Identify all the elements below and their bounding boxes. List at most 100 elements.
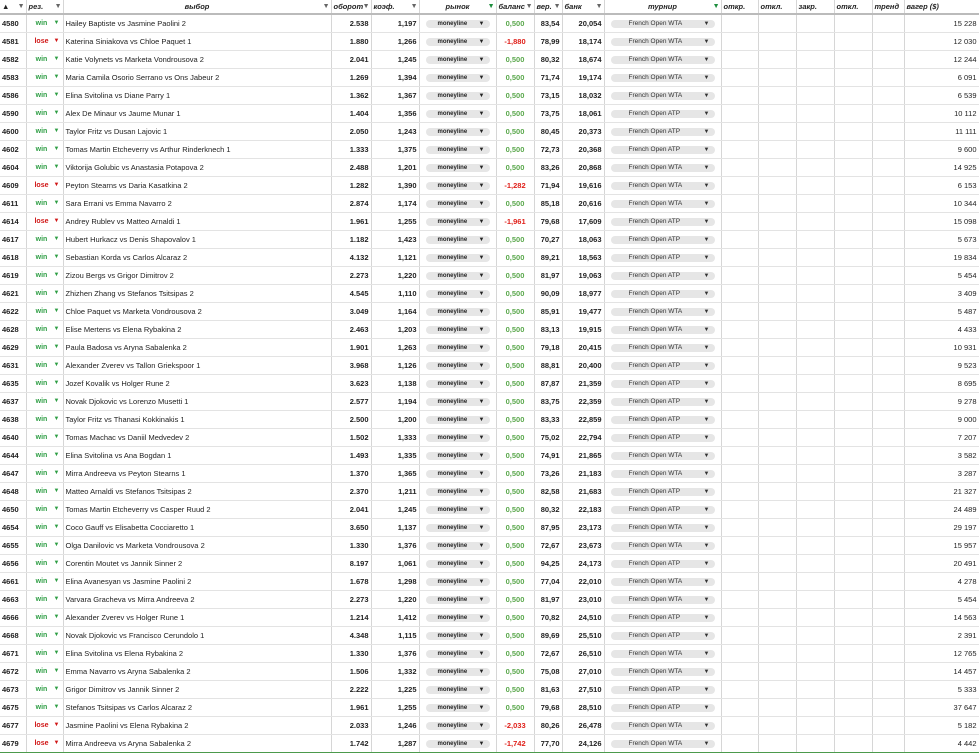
chevron-down-icon[interactable]: ▼ [704,146,710,154]
result-select[interactable]: win ▼ [26,428,64,447]
trend-cell[interactable] [872,626,905,645]
dev1-cell[interactable] [758,554,797,573]
market-select[interactable]: moneyline ▼ [419,194,497,213]
chevron-down-icon[interactable]: ▼ [54,305,60,317]
tournament-select[interactable]: French Open WTA ▼ [604,302,722,321]
chevron-down-icon[interactable]: ▼ [54,575,60,587]
dev1-cell[interactable] [758,158,797,177]
open-cell[interactable] [720,590,759,609]
market-select[interactable]: moneyline ▼ [419,248,497,267]
market-select[interactable]: moneyline ▼ [419,572,497,591]
dev1-cell[interactable] [758,374,797,393]
dev2-cell[interactable] [834,410,873,429]
chevron-down-icon[interactable]: ▼ [54,35,60,47]
close-cell[interactable] [796,464,835,483]
dev1-cell[interactable] [758,482,797,501]
market-select[interactable]: moneyline ▼ [419,14,497,33]
result-select[interactable]: win ▼ [26,626,64,645]
filter-icon[interactable]: ▼ [55,1,62,12]
col-prob-header[interactable]: вер. ▼ [534,0,563,15]
market-select[interactable]: moneyline ▼ [419,392,497,411]
open-cell[interactable] [720,176,759,195]
market-select[interactable]: moneyline ▼ [419,338,497,357]
open-cell[interactable] [720,464,759,483]
open-cell[interactable] [720,320,759,339]
chevron-down-icon[interactable]: ▼ [704,524,710,532]
result-select[interactable]: win ▼ [26,320,64,339]
chevron-down-icon[interactable]: ▼ [479,740,485,748]
chevron-down-icon[interactable]: ▼ [54,197,60,209]
trend-cell[interactable] [872,104,905,123]
col-turnover-header[interactable]: оборот ▼ [331,0,372,15]
market-select[interactable]: moneyline ▼ [419,482,497,501]
table-row[interactable]: 4590 win ▼ Alex De Minaur vs Jaume Munar 11… [0,104,979,123]
table-row[interactable]: 4628 win ▼ Elise Mertens vs Elena Rybakina … [0,320,979,339]
tournament-select[interactable]: French Open ATP ▼ [604,500,722,519]
open-cell[interactable] [720,32,759,51]
close-cell[interactable] [796,500,835,519]
dev1-cell[interactable] [758,392,797,411]
trend-cell[interactable] [872,284,905,303]
table-row[interactable]: 4673 win ▼ Grigor Dimitrov vs Jannik Sinner… [0,680,979,699]
dev2-cell[interactable] [834,302,873,321]
col-tournament-header[interactable]: турнир ▼ [604,0,722,15]
table-row[interactable]: 4635 win ▼ Jozef Kovalik vs Holger Rune 2 3.… [0,374,979,393]
dev1-cell[interactable] [758,212,797,231]
dev1-cell[interactable] [758,122,797,141]
open-cell[interactable] [720,104,759,123]
dev2-cell[interactable] [834,176,873,195]
dev2-cell[interactable] [834,626,873,645]
open-cell[interactable] [720,626,759,645]
chevron-down-icon[interactable]: ▼ [54,359,60,371]
open-cell[interactable] [720,266,759,285]
dev1-cell[interactable] [758,302,797,321]
open-cell[interactable] [720,140,759,159]
chevron-down-icon[interactable]: ▼ [479,650,485,658]
chevron-down-icon[interactable]: ▼ [54,467,60,479]
open-cell[interactable] [720,698,759,717]
trend-cell[interactable] [872,320,905,339]
trend-cell[interactable] [872,572,905,591]
close-cell[interactable] [796,680,835,699]
table-row[interactable]: 4604 win ▼ Viktorija Golubic vs Anastasia P… [0,158,979,177]
trend-cell[interactable] [872,194,905,213]
result-select[interactable]: win ▼ [26,68,64,87]
trend-cell[interactable] [872,662,905,681]
trend-cell[interactable] [872,554,905,573]
market-select[interactable]: moneyline ▼ [419,662,497,681]
dev1-cell[interactable] [758,248,797,267]
chevron-down-icon[interactable]: ▼ [54,611,60,623]
trend-cell[interactable] [872,140,905,159]
chevron-down-icon[interactable]: ▼ [479,398,485,406]
open-cell[interactable] [720,482,759,501]
dev2-cell[interactable] [834,482,873,501]
chevron-down-icon[interactable]: ▼ [479,326,485,334]
chevron-down-icon[interactable]: ▼ [479,524,485,532]
chevron-down-icon[interactable]: ▼ [479,200,485,208]
dev2-cell[interactable] [834,518,873,537]
chevron-down-icon[interactable]: ▼ [479,146,485,154]
chevron-down-icon[interactable]: ▼ [704,200,710,208]
close-cell[interactable] [796,158,835,177]
result-select[interactable]: win ▼ [26,590,64,609]
trend-cell[interactable] [872,446,905,465]
market-select[interactable]: moneyline ▼ [419,32,497,51]
dev1-cell[interactable] [758,32,797,51]
tournament-select[interactable]: French Open WTA ▼ [604,518,722,537]
chevron-down-icon[interactable]: ▼ [479,506,485,514]
open-cell[interactable] [720,410,759,429]
open-cell[interactable] [720,554,759,573]
filter-icon[interactable]: ▼ [554,1,561,12]
table-row[interactable]: 4609 lose ▼ Peyton Stearns vs Daria Kasatki… [0,176,979,195]
tournament-select[interactable]: French Open WTA ▼ [604,50,722,69]
dev2-cell[interactable] [834,428,873,447]
chevron-down-icon[interactable]: ▼ [54,665,60,677]
chevron-down-icon[interactable]: ▼ [54,737,60,749]
open-cell[interactable] [720,194,759,213]
dev2-cell[interactable] [834,500,873,519]
result-select[interactable]: win ▼ [26,608,64,627]
chevron-down-icon[interactable]: ▼ [704,326,710,334]
market-select[interactable]: moneyline ▼ [419,554,497,573]
table-row[interactable]: 4654 win ▼ Coco Gauff vs Elisabetta Cocciar… [0,518,979,537]
trend-cell[interactable] [872,338,905,357]
